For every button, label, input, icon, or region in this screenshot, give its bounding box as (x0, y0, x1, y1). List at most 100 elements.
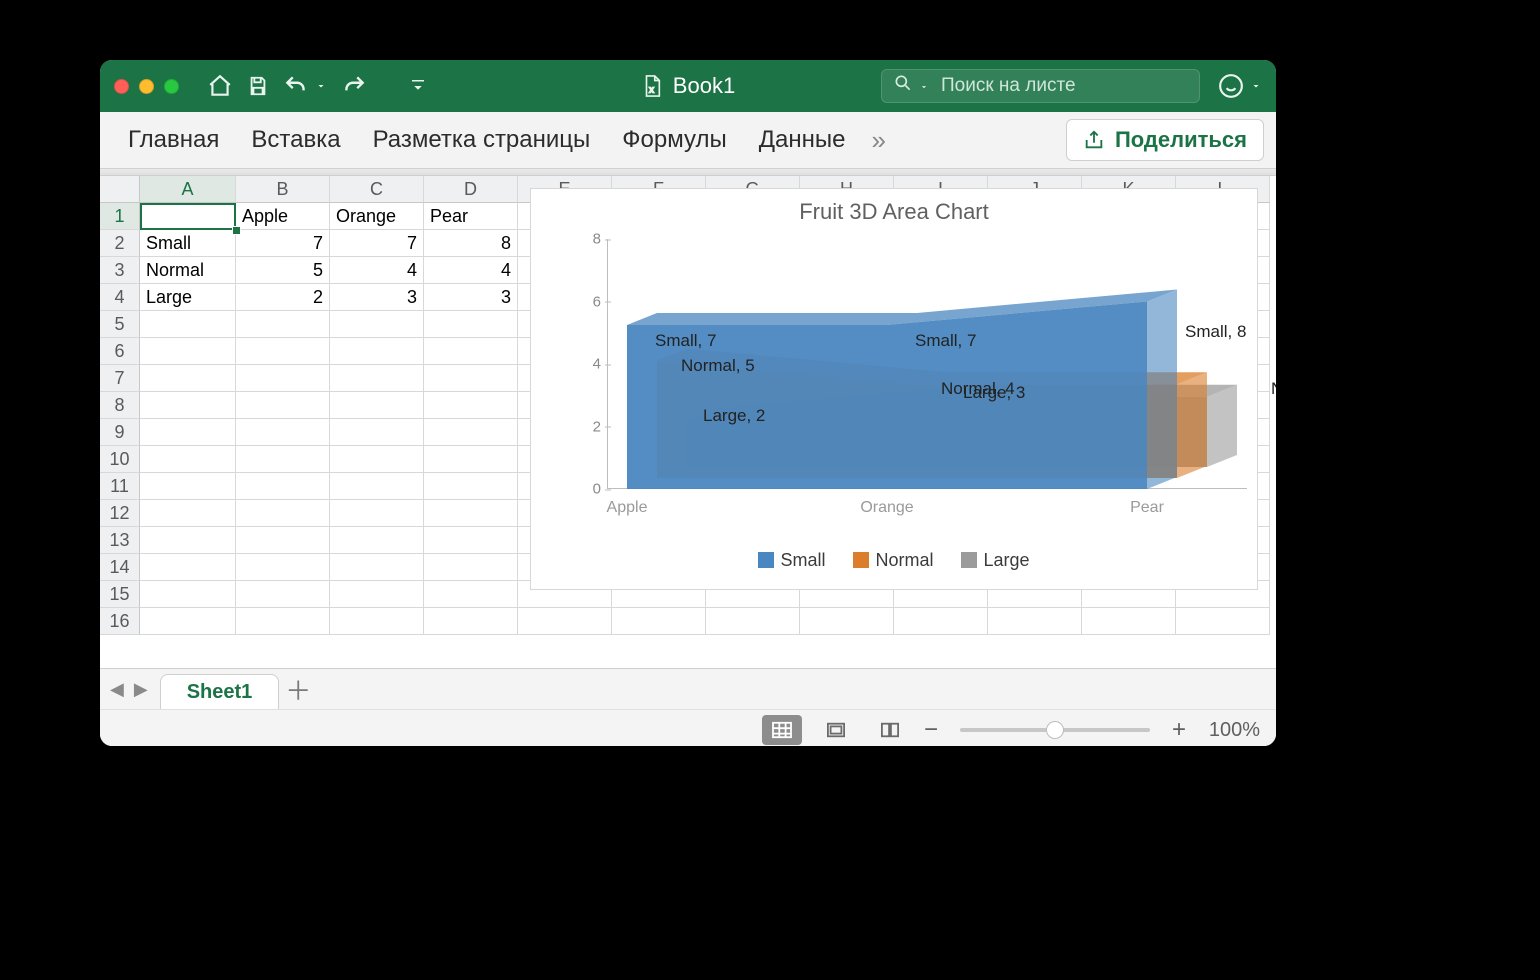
cell[interactable] (236, 554, 330, 581)
cell[interactable] (330, 608, 424, 635)
cell[interactable] (330, 473, 424, 500)
cell[interactable] (140, 365, 236, 392)
cell[interactable] (236, 527, 330, 554)
undo-icon[interactable] (283, 73, 309, 99)
cell[interactable] (894, 608, 988, 635)
view-normal-icon[interactable] (762, 715, 802, 745)
row-header[interactable]: 14 (100, 554, 140, 581)
cell[interactable] (330, 419, 424, 446)
zoom-slider-thumb[interactable] (1046, 721, 1064, 739)
cell[interactable] (236, 581, 330, 608)
tab-insert[interactable]: Вставка (235, 116, 356, 164)
cell[interactable] (236, 419, 330, 446)
zoom-in-button[interactable]: + (1172, 716, 1186, 744)
cell[interactable] (424, 365, 518, 392)
row-header[interactable]: 3 (100, 257, 140, 284)
cell[interactable] (424, 419, 518, 446)
sheet-search-input[interactable] (939, 74, 1188, 98)
cell[interactable] (236, 608, 330, 635)
embedded-chart[interactable]: Fruit 3D Area Chart Small, 7Small, 7Smal… (530, 188, 1258, 590)
zoom-window-icon[interactable] (164, 79, 179, 94)
next-sheet-icon[interactable]: ▶ (134, 679, 148, 700)
column-header[interactable]: A (140, 176, 236, 203)
cell[interactable]: Normal (140, 257, 236, 284)
row-header[interactable]: 1 (100, 203, 140, 230)
cell[interactable]: Large (140, 284, 236, 311)
cell[interactable]: 3 (330, 284, 424, 311)
row-header[interactable]: 6 (100, 338, 140, 365)
fill-handle[interactable] (232, 226, 241, 235)
chevron-down-icon[interactable] (315, 80, 327, 92)
minimize-window-icon[interactable] (139, 79, 154, 94)
row-header[interactable]: 5 (100, 311, 140, 338)
cell[interactable] (140, 419, 236, 446)
cell[interactable] (424, 338, 518, 365)
row-header[interactable]: 10 (100, 446, 140, 473)
cell[interactable] (140, 527, 236, 554)
cell[interactable]: 8 (424, 230, 518, 257)
row-header[interactable]: 8 (100, 392, 140, 419)
cell[interactable] (236, 311, 330, 338)
cell[interactable] (424, 446, 518, 473)
close-window-icon[interactable] (114, 79, 129, 94)
cell[interactable] (424, 527, 518, 554)
row-header[interactable]: 4 (100, 284, 140, 311)
cell[interactable] (1082, 608, 1176, 635)
cell[interactable] (140, 581, 236, 608)
redo-icon[interactable] (341, 73, 367, 99)
cell[interactable] (706, 608, 800, 635)
cell[interactable] (330, 500, 424, 527)
cell[interactable] (236, 338, 330, 365)
sheet-search[interactable] (881, 69, 1200, 103)
ribbon-collapse-bar[interactable] (100, 169, 1276, 176)
prev-sheet-icon[interactable]: ◀ (110, 679, 124, 700)
customize-qat-icon[interactable] (409, 77, 427, 95)
column-header[interactable]: B (236, 176, 330, 203)
cell[interactable] (330, 338, 424, 365)
home-icon[interactable] (207, 73, 233, 99)
tab-formulas[interactable]: Формулы (606, 116, 742, 164)
row-header[interactable]: 7 (100, 365, 140, 392)
column-header[interactable]: D (424, 176, 518, 203)
row-header[interactable]: 16 (100, 608, 140, 635)
cell[interactable]: Small (140, 230, 236, 257)
row-header[interactable]: 15 (100, 581, 140, 608)
cell[interactable] (330, 365, 424, 392)
cell[interactable]: 3 (424, 284, 518, 311)
cell[interactable] (1176, 608, 1270, 635)
cell[interactable]: 5 (236, 257, 330, 284)
cell[interactable]: 4 (424, 257, 518, 284)
row-header[interactable]: 11 (100, 473, 140, 500)
cell[interactable] (330, 554, 424, 581)
cell[interactable] (140, 338, 236, 365)
share-button[interactable]: Поделиться (1066, 119, 1264, 161)
cell[interactable]: 2 (236, 284, 330, 311)
cell[interactable]: Apple (236, 203, 330, 230)
cell[interactable] (330, 446, 424, 473)
tabs-overflow-icon[interactable]: » (861, 125, 895, 156)
cell[interactable] (424, 500, 518, 527)
tab-data[interactable]: Данные (743, 116, 862, 164)
cell[interactable] (424, 392, 518, 419)
cell[interactable] (612, 608, 706, 635)
cell[interactable] (424, 608, 518, 635)
cell[interactable] (330, 311, 424, 338)
cell[interactable] (330, 527, 424, 554)
cell[interactable] (140, 203, 236, 230)
row-header[interactable]: 2 (100, 230, 140, 257)
cell[interactable]: Pear (424, 203, 518, 230)
feedback-button[interactable] (1218, 73, 1262, 99)
save-icon[interactable] (247, 75, 269, 97)
cell[interactable] (424, 554, 518, 581)
cell[interactable] (236, 365, 330, 392)
row-header[interactable]: 12 (100, 500, 140, 527)
cell[interactable] (518, 608, 612, 635)
view-page-break-icon[interactable] (870, 715, 910, 745)
column-header[interactable]: C (330, 176, 424, 203)
cell[interactable]: 7 (330, 230, 424, 257)
worksheet[interactable]: ABCDEFGHIJKL1AppleOrangePear2Small7783No… (100, 176, 1276, 668)
cell[interactable] (330, 392, 424, 419)
zoom-slider[interactable] (960, 728, 1150, 732)
cell[interactable]: 4 (330, 257, 424, 284)
cell[interactable] (140, 500, 236, 527)
